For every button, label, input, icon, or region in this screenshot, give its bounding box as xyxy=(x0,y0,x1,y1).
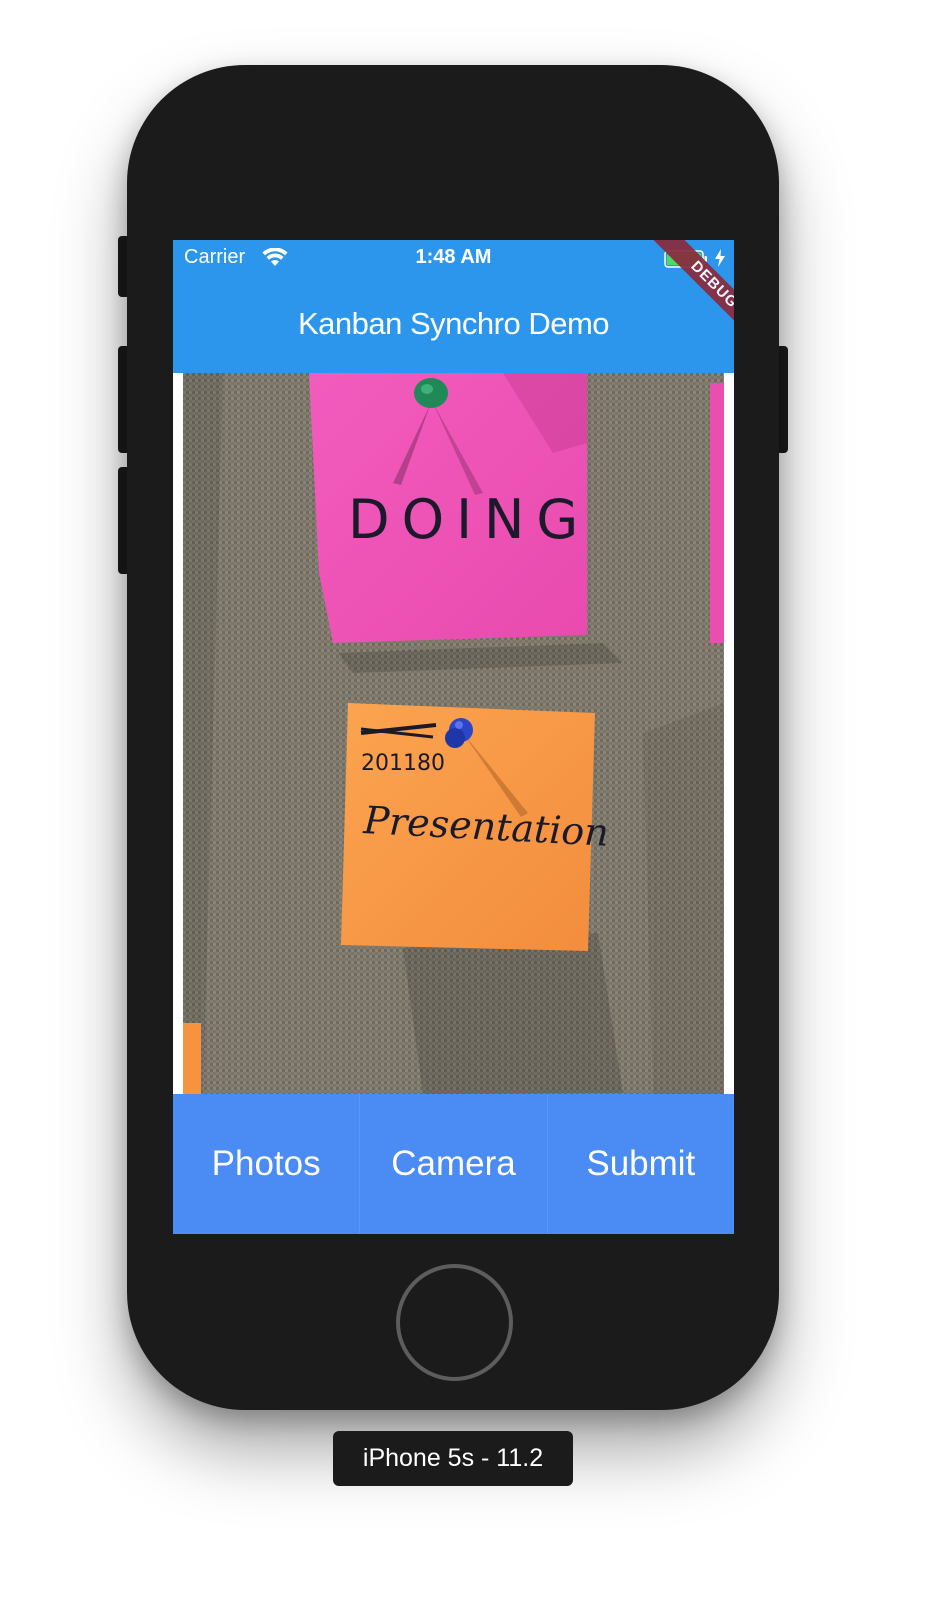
camera-button[interactable]: Camera xyxy=(360,1094,548,1234)
selected-photo: DOING 201180 Presentation xyxy=(183,373,724,1094)
home-button[interactable] xyxy=(396,1264,513,1381)
bolt-icon xyxy=(715,249,725,267)
photo-image: DOING 201180 Presentation xyxy=(183,373,724,1094)
action-button-bar: Photos Camera Submit xyxy=(173,1094,734,1234)
simulator-stage: Carrier 1:48 AM Kanban Synchro Demo DEBU… xyxy=(0,0,926,1602)
status-time: 1:48 AM xyxy=(415,246,492,268)
app-screen: Carrier 1:48 AM Kanban Synchro Demo DEBU… xyxy=(173,240,734,1234)
app-bar: Carrier 1:48 AM Kanban Synchro Demo DEBU… xyxy=(173,240,734,373)
note-id-text: 201180 xyxy=(361,751,445,776)
note-doing-text: DOING xyxy=(348,488,590,551)
submit-button[interactable]: Submit xyxy=(547,1094,734,1234)
device-label: iPhone 5s - 11.2 xyxy=(333,1431,573,1486)
photos-button[interactable]: Photos xyxy=(173,1094,361,1234)
status-bar: Carrier 1:48 AM xyxy=(173,240,734,278)
app-title: Kanban Synchro Demo xyxy=(297,306,610,341)
